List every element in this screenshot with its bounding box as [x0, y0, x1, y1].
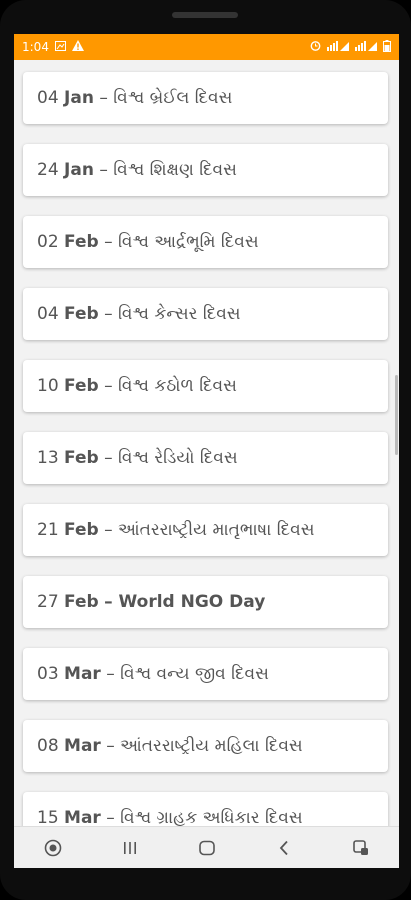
item-month: Feb: [64, 592, 99, 612]
battery-icon: [383, 39, 391, 55]
image-icon: [54, 40, 66, 54]
list-item[interactable]: 21 Feb – આંતરરાષ્ટ્રીય માતૃભાષા દિવસ: [23, 504, 388, 556]
item-day: 10: [37, 376, 59, 396]
item-title: – વિશ્વ ગ્રાહક અધિકાર દિવસ: [106, 808, 303, 826]
days-list[interactable]: 04 Jan – વિશ્વ બ્રેઈલ દિવસ 24 Jan – વિશ્…: [14, 60, 399, 826]
item-day: 21: [37, 520, 59, 540]
item-day: 04: [37, 304, 59, 324]
item-day: 15: [37, 808, 59, 826]
accessibility-icon[interactable]: [33, 833, 73, 863]
speaker-grille: [172, 12, 238, 18]
recents-icon[interactable]: [110, 833, 150, 863]
item-day: 03: [37, 664, 59, 684]
item-month: Jan: [64, 160, 94, 180]
item-title: – વિશ્વ વન્ય જીવ દિવસ: [106, 664, 269, 684]
item-title: – વિશ્વ બ્રેઈલ દિવસ: [99, 88, 233, 108]
item-day: 24: [37, 160, 59, 180]
keyboard-icon[interactable]: [341, 833, 381, 863]
item-day: 27: [37, 592, 59, 612]
signal-icon: [355, 40, 377, 54]
item-title: – વિશ્વ કેન્સર દિવસ: [104, 304, 241, 324]
item-title: – આંતરરાષ્ટ્રીય મહિલા દિવસ: [106, 736, 303, 756]
item-title: – વિશ્વ શિક્ષણ દિવસ: [99, 160, 237, 180]
list-item[interactable]: 08 Mar – આંતરરાષ્ટ્રીય મહિલા દિવસ: [23, 720, 388, 772]
item-day: 04: [37, 88, 59, 108]
item-month: Feb: [64, 304, 99, 324]
item-month: Feb: [64, 232, 99, 252]
item-month: Feb: [64, 448, 99, 468]
item-month: Mar: [64, 808, 101, 826]
scrollbar[interactable]: [395, 375, 398, 455]
list-item[interactable]: 02 Feb – વિશ્વ આર્દ્રભૂમિ દિવસ: [23, 216, 388, 268]
list-item[interactable]: 04 Feb – વિશ્વ કેન્સર દિવસ: [23, 288, 388, 340]
item-day: 13: [37, 448, 59, 468]
screen: 1:04 04 Jan – વિશ્વ બ્રેઈલ દિવસ 24 Jan –…: [14, 34, 399, 868]
item-day: 08: [37, 736, 59, 756]
list-item[interactable]: 24 Jan – વિશ્વ શિક્ષણ દિવસ: [23, 144, 388, 196]
navigation-bar: [14, 826, 399, 868]
warning-icon: [71, 40, 84, 54]
item-title: – વિશ્વ આર્દ્રભૂમિ દિવસ: [104, 232, 259, 252]
list-item[interactable]: 13 Feb – વિશ્વ રેડિયો દિવસ: [23, 432, 388, 484]
signal-icon: [327, 40, 349, 54]
list-item[interactable]: 04 Jan – વિશ્વ બ્રેઈલ દિવસ: [23, 72, 388, 124]
list-item[interactable]: 15 Mar – વિશ્વ ગ્રાહક અધિકાર દિવસ: [23, 792, 388, 826]
list-item[interactable]: 27 Feb – World NGO Day: [23, 576, 388, 628]
item-month: Mar: [64, 736, 101, 756]
item-month: Feb: [64, 520, 99, 540]
alarm-icon: [310, 40, 321, 54]
status-time: 1:04: [22, 40, 49, 54]
item-month: Jan: [64, 88, 94, 108]
list-item[interactable]: 03 Mar – વિશ્વ વન્ય જીવ દિવસ: [23, 648, 388, 700]
item-day: 02: [37, 232, 59, 252]
item-title: – World NGO Day: [104, 592, 266, 612]
list-item[interactable]: 10 Feb – વિશ્વ કઠોળ દિવસ: [23, 360, 388, 412]
item-month: Mar: [64, 664, 101, 684]
status-bar: 1:04: [14, 34, 399, 60]
back-icon[interactable]: [264, 833, 304, 863]
item-title: – વિશ્વ કઠોળ દિવસ: [104, 376, 237, 396]
item-title: – વિશ્વ રેડિયો દિવસ: [104, 448, 238, 468]
phone-frame: 1:04 04 Jan – વિશ્વ બ્રેઈલ દિવસ 24 Jan –…: [0, 0, 411, 900]
item-month: Feb: [64, 376, 99, 396]
item-title: – આંતરરાષ્ટ્રીય માતૃભાષા દિવસ: [104, 520, 315, 540]
home-icon[interactable]: [187, 833, 227, 863]
